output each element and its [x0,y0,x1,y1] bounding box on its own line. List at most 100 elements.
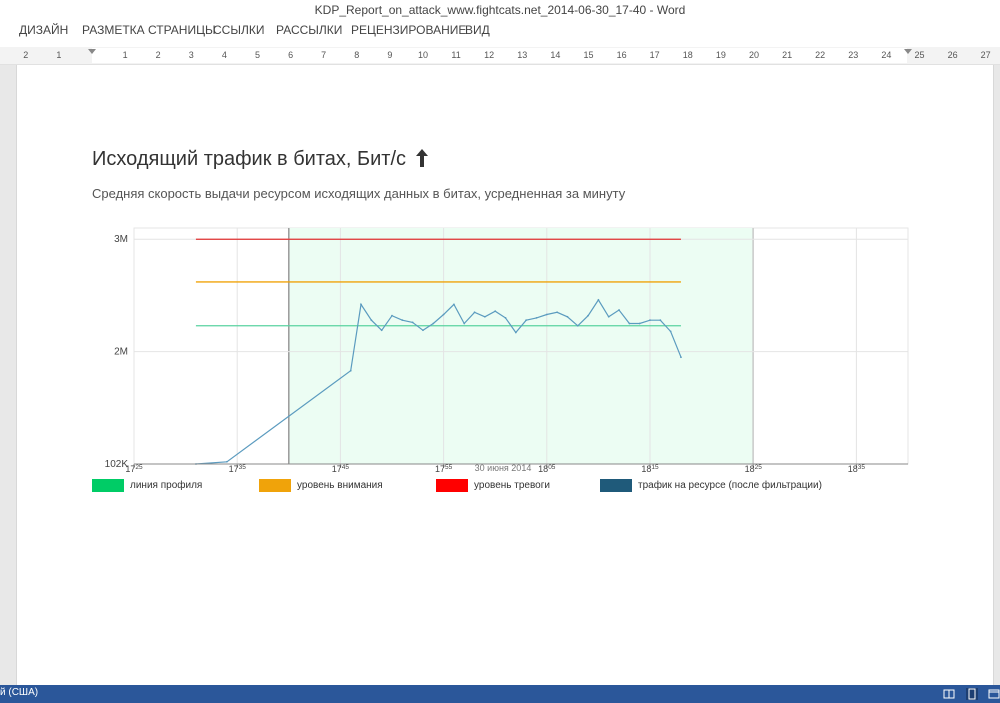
x-tick-label: 1725 [125,464,143,472]
status-language[interactable]: й (США) [0,687,38,698]
traffic-point [411,321,414,324]
y-tick-label: 102K [105,459,129,470]
left-indent-marker[interactable] [88,49,96,54]
x-axis-label: 30 июня 2014 [475,463,532,472]
tab-view[interactable]: ВИД [465,23,490,37]
traffic-point [659,319,662,322]
ruler-number: 21 [782,50,793,60]
web-layout-icon[interactable] [988,688,1000,700]
traffic-point [587,314,589,317]
traffic-point [391,314,393,317]
traffic-point [442,313,445,316]
traffic-point [525,319,528,322]
ruler-number: 23 [848,50,859,60]
traffic-point [607,315,610,318]
legend-swatch-alarm [436,479,468,492]
traffic-point [545,313,548,316]
ruler-number: 19 [715,50,726,60]
traffic-point [669,330,672,333]
tab-mailings[interactable]: РАССЫЛКИ [276,23,342,37]
traffic-point [680,356,682,359]
x-tick-label: 1755 [435,464,453,472]
tab-review[interactable]: РЕЦЕНЗИРОВАНИЕ [351,23,466,37]
traffic-point [380,329,383,332]
traffic-point [225,460,228,463]
ruler-number: 1 [122,50,128,60]
traffic-point [494,310,497,313]
ruler-number: 15 [583,50,594,60]
ruler-number: 18 [682,50,693,60]
traffic-point [628,322,631,325]
ruler-number: 3 [188,50,194,60]
traffic-point [638,322,641,325]
legend-item-profile: линия профиля [92,479,202,495]
traffic-point [432,322,435,325]
traffic-point [535,317,538,319]
x-tick-label: 1835 [848,464,866,472]
ruler-number: 8 [354,50,360,60]
attack-window-band [288,228,754,464]
ruler-number: 1 [56,50,62,60]
traffic-point [463,322,466,325]
legend-swatch-traffic [600,479,632,492]
legend-label-alarm: уровень тревоги [474,480,550,492]
ruler-number: 24 [881,50,892,60]
chart-heading-text: Исходящий трафик в битах, Бит/с [92,148,407,170]
x-tick-label: 1825 [745,464,763,472]
ruler-number: 2 [155,50,161,60]
traffic-point [576,324,579,327]
x-tick-label: 1745 [332,464,350,472]
window-title: KDP_Report_on_attack_www.fightcats.net_2… [314,3,686,17]
traffic-point [597,299,600,301]
ruler-number: 26 [947,50,958,60]
ruler-number: 4 [221,50,227,60]
traffic-point [473,311,476,314]
print-layout-icon[interactable] [966,688,978,700]
legend-item-traffic: трафик на ресурсе (после фильтрации) [600,479,822,495]
legend-item-alarm: уровень тревоги [436,479,550,495]
chart-heading: Исходящий трафик в битах, Бит/с [92,148,428,171]
traffic-point [360,303,362,306]
tab-design[interactable]: ДИЗАЙН [19,23,68,37]
tab-page-layout[interactable]: РАЗМЕТКА СТРАНИЦЫ [82,23,216,37]
right-indent-marker[interactable] [904,49,912,54]
y-tick-label: 2M [114,347,128,358]
legend-label-profile: линия профиля [130,480,203,492]
horizontal-ruler[interactable]: 2 1 1 2 3 4 5 6 7 8 9 10 11 12 13 14 15 16 17 18 19 20 21 22 23 2… [0,47,1000,65]
tab-references[interactable]: ССЫЛКИ [213,23,264,37]
chart-subtitle: Средняя скорость выдачи ресурсом исходящ… [92,186,626,201]
x-tick-label: 1805 [538,464,556,472]
ruler-number: 14 [550,50,561,60]
read-mode-icon[interactable] [943,688,955,700]
chart-legend: линия профиля уровень внимания уровень т… [92,479,922,495]
traffic-point [514,331,517,334]
traffic-point [401,319,404,322]
ruler-number: 16 [616,50,627,60]
x-tick-label: 1815 [641,464,659,472]
arrow-up-icon [415,149,428,167]
x-tick-label: 1735 [229,464,247,472]
traffic-point [504,317,507,319]
ruler-number: 9 [387,50,393,60]
traffic-point [349,369,352,372]
traffic-point [649,319,651,322]
ruler-number: 7 [321,50,327,60]
legend-swatch-attention [259,479,291,492]
ruler-number: 10 [417,50,429,60]
ruler-number: 22 [815,50,826,60]
ruler-number: 13 [517,50,528,60]
traffic-point [483,315,486,318]
ruler-number: 5 [254,50,261,60]
ruler-number: 6 [288,50,294,60]
traffic-point [422,329,424,332]
ruler-number: 11 [451,50,461,60]
status-bar: й (США) [0,685,1000,703]
ruler-number: 2 [23,50,29,60]
traffic-chart: 1725 1735 1745 1755 1805 1815 1825 1835 3M 2M 102K… [105,227,909,472]
traffic-point [453,303,455,306]
ribbon-tabs: ДИЗАЙН РАЗМЕТКА СТРАНИЦЫ ССЫЛКИ РАССЫЛКИ… [0,20,1000,42]
traffic-point [556,311,559,314]
ruler-number: 12 [484,50,495,60]
legend-swatch-profile [92,479,124,492]
legend-item-attention: уровень внимания [259,479,383,495]
